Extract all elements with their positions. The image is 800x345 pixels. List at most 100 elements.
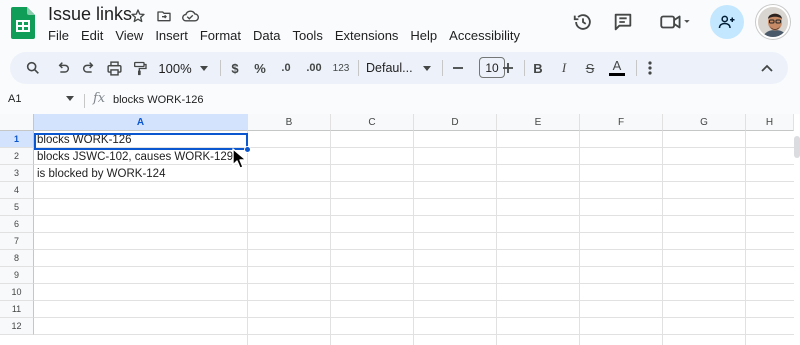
grid-line <box>34 317 794 318</box>
menu-extensions[interactable]: Extensions <box>329 26 405 45</box>
collapse-chevron-icon[interactable] <box>758 56 776 80</box>
text-color-swatch <box>609 73 625 76</box>
grid-line <box>34 266 794 267</box>
number-format-button[interactable]: 123 <box>330 56 352 80</box>
video-call-icon[interactable] <box>654 5 696 39</box>
menu-insert[interactable]: Insert <box>149 26 194 45</box>
divider <box>524 60 525 76</box>
search-icon[interactable] <box>22 56 44 80</box>
divider <box>358 60 359 76</box>
grid-line <box>34 232 794 233</box>
grid-line <box>496 131 497 345</box>
menu-bar: File Edit View Insert Format Data Tools … <box>42 26 526 45</box>
formula-input[interactable]: blocks WORK-126 <box>113 94 203 106</box>
strikethrough-button[interactable]: S <box>582 56 598 80</box>
menu-help[interactable]: Help <box>404 26 443 45</box>
active-cell-outline <box>34 133 248 150</box>
menu-tools[interactable]: Tools <box>286 26 328 45</box>
row-header-1[interactable]: 1 <box>0 131 34 148</box>
star-icon[interactable] <box>128 7 148 25</box>
column-header-c[interactable]: C <box>331 114 414 131</box>
grid-line <box>34 334 794 335</box>
cell-a3[interactable]: is blocked by WORK-124 <box>37 166 165 183</box>
row-header-12[interactable]: 12 <box>0 318 34 335</box>
cloud-saved-icon[interactable] <box>180 7 200 25</box>
row-header-4[interactable]: 4 <box>0 182 34 199</box>
divider <box>636 60 637 76</box>
sheets-logo-icon[interactable] <box>11 7 35 39</box>
divider <box>442 60 443 76</box>
toolbar: 100% $ % .0 .00 123 Defaul... 10 B I S A <box>10 52 788 84</box>
grid-line <box>34 283 794 284</box>
font-caret-icon[interactable] <box>422 56 432 80</box>
share-person-icon <box>718 15 735 29</box>
grid-line <box>330 131 331 345</box>
grid-line <box>579 131 580 345</box>
zoom-caret-icon[interactable] <box>199 56 209 80</box>
row-header-9[interactable]: 9 <box>0 267 34 284</box>
grid-line <box>34 300 794 301</box>
grid-line <box>662 131 663 345</box>
column-header-a[interactable]: A <box>34 114 248 131</box>
move-to-folder-icon[interactable] <box>154 7 174 25</box>
row-header-11[interactable]: 11 <box>0 301 34 318</box>
grid-line <box>34 198 794 199</box>
row-header-2[interactable]: 2 <box>0 148 34 165</box>
grid-line <box>34 215 794 216</box>
redo-icon[interactable] <box>78 56 100 80</box>
select-all-corner[interactable] <box>0 114 34 131</box>
menu-format[interactable]: Format <box>194 26 247 45</box>
row-header-10[interactable]: 10 <box>0 284 34 301</box>
grid-line <box>745 131 746 345</box>
more-icon[interactable] <box>642 56 658 80</box>
history-icon[interactable] <box>566 5 600 39</box>
menu-accessibility[interactable]: Accessibility <box>443 26 526 45</box>
row-header-8[interactable]: 8 <box>0 250 34 267</box>
font-select[interactable]: Defaul... <box>366 56 418 80</box>
comment-icon[interactable] <box>606 5 640 39</box>
increase-decimal-button[interactable]: .00 <box>302 56 326 80</box>
currency-button[interactable]: $ <box>227 56 243 80</box>
column-header-f[interactable]: F <box>580 114 663 131</box>
name-box[interactable]: A1 <box>8 93 21 105</box>
menu-view[interactable]: View <box>109 26 149 45</box>
percent-button[interactable]: % <box>252 56 268 80</box>
cell-a2[interactable]: blocks JSWC-102, causes WORK-129 <box>37 149 233 166</box>
grid-line <box>413 131 414 345</box>
decrease-decimal-button[interactable]: .0 <box>276 56 296 80</box>
print-icon[interactable] <box>103 56 125 80</box>
name-box-caret-icon[interactable] <box>66 96 74 101</box>
menu-data[interactable]: Data <box>247 26 286 45</box>
divider <box>84 94 85 108</box>
mouse-cursor-icon <box>232 148 248 170</box>
menu-file[interactable]: File <box>42 26 75 45</box>
row-header-7[interactable]: 7 <box>0 233 34 250</box>
menu-edit[interactable]: Edit <box>75 26 109 45</box>
row-header-6[interactable]: 6 <box>0 216 34 233</box>
row-header-3[interactable]: 3 <box>0 165 34 182</box>
column-header-h[interactable]: H <box>746 114 794 131</box>
zoom-select[interactable]: 100% <box>156 56 194 80</box>
bold-button[interactable]: B <box>530 56 546 80</box>
paint-format-icon[interactable] <box>129 56 151 80</box>
app-header: Issue links File Edit View Insert Format… <box>0 0 800 48</box>
spreadsheet-app: Issue links File Edit View Insert Format… <box>0 0 800 345</box>
column-header-e[interactable]: E <box>497 114 580 131</box>
italic-button[interactable]: I <box>556 56 572 80</box>
divider <box>220 60 221 76</box>
column-header-d[interactable]: D <box>414 114 497 131</box>
title-actions <box>128 7 200 25</box>
text-color-label: A <box>612 58 622 73</box>
undo-icon[interactable] <box>52 56 74 80</box>
share-button[interactable] <box>710 5 744 39</box>
formula-bar: A1 fx blocks WORK-126 <box>0 90 800 112</box>
row-header-5[interactable]: 5 <box>0 199 34 216</box>
increase-font-size-icon[interactable] <box>500 56 516 80</box>
decrease-font-size-icon[interactable] <box>450 56 466 80</box>
vertical-scrollbar[interactable] <box>794 136 800 158</box>
column-header-g[interactable]: G <box>663 114 746 131</box>
avatar[interactable] <box>756 5 790 39</box>
text-color-button[interactable]: A <box>608 56 626 80</box>
document-title[interactable]: Issue links <box>48 4 132 25</box>
column-header-b[interactable]: B <box>248 114 331 131</box>
